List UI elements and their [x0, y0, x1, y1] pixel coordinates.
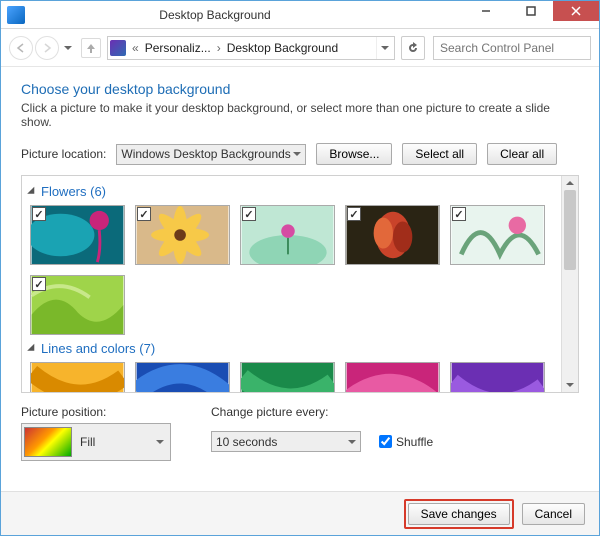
nav-forward-button[interactable] — [35, 36, 59, 60]
thumb-flower-5[interactable]: ✓ — [450, 205, 545, 265]
picture-location-row: Picture location: Windows Desktop Backgr… — [21, 143, 579, 165]
picture-location-label: Picture location: — [21, 147, 106, 161]
change-every-block: Change picture every: 10 seconds Shuffle — [211, 405, 433, 461]
thumb-lines-5[interactable] — [450, 362, 545, 392]
picture-position-label: Picture position: — [21, 405, 171, 419]
thumb-flower-3[interactable]: ✓ — [240, 205, 335, 265]
flowers-thumbs: ✓ ✓ ✓ ✓ ✓ — [30, 205, 553, 335]
chevron-down-icon — [156, 440, 164, 444]
close-button[interactable] — [553, 1, 599, 21]
picture-location-value: Windows Desktop Backgrounds — [121, 147, 290, 161]
chevron-down-icon — [293, 152, 301, 156]
address-bar[interactable]: « Personaliz... › Desktop Background — [107, 36, 395, 60]
page-subheading: Click a picture to make it your desktop … — [21, 101, 579, 129]
breadcrumb-sep-icon: « — [130, 41, 141, 55]
picture-position-value: Fill — [80, 435, 95, 449]
chevron-right-icon: › — [215, 41, 223, 55]
thumb-lines-3[interactable] — [240, 362, 335, 392]
gallery-scrollbar[interactable] — [561, 176, 578, 392]
change-every-value: 10 seconds — [216, 435, 277, 449]
save-highlight: Save changes — [404, 499, 514, 529]
position-preview-icon — [24, 427, 72, 457]
content-area: Choose your desktop background Click a p… — [1, 67, 599, 491]
thumb-flower-2[interactable]: ✓ — [135, 205, 230, 265]
minimize-button[interactable] — [463, 1, 508, 21]
search-input[interactable] — [433, 36, 591, 60]
picture-location-select[interactable]: Windows Desktop Backgrounds — [116, 144, 306, 165]
collapse-icon — [27, 186, 38, 197]
cancel-button[interactable]: Cancel — [522, 503, 585, 525]
options-row: Picture position: Fill Change picture ev… — [21, 405, 579, 461]
footer: Save changes Cancel — [1, 491, 599, 535]
thumb-lines-2[interactable] — [135, 362, 230, 392]
window-title: Desktop Background — [0, 8, 463, 22]
breadcrumb-item-1[interactable]: Personaliz... — [145, 41, 211, 55]
scroll-down-icon[interactable] — [562, 378, 578, 392]
scroll-up-icon[interactable] — [562, 176, 578, 190]
thumb-check-icon: ✓ — [452, 207, 466, 221]
group-flowers-title: Flowers (6) — [41, 184, 106, 199]
select-all-button[interactable]: Select all — [402, 143, 477, 165]
thumb-check-icon: ✓ — [137, 207, 151, 221]
clear-all-button[interactable]: Clear all — [487, 143, 557, 165]
chevron-down-icon — [348, 440, 356, 444]
thumb-check-icon: ✓ — [32, 277, 46, 291]
system-buttons — [463, 1, 599, 28]
lines-thumbs — [30, 362, 553, 392]
refresh-button[interactable] — [401, 36, 425, 60]
save-changes-button[interactable]: Save changes — [408, 503, 510, 525]
shuffle-label: Shuffle — [396, 435, 433, 449]
maximize-button[interactable] — [508, 1, 553, 21]
thumb-check-icon: ✓ — [242, 207, 256, 221]
shuffle-checkbox-wrap[interactable]: Shuffle — [379, 435, 433, 449]
gallery: Flowers (6) ✓ ✓ ✓ — [22, 176, 561, 392]
nav-history-dropdown[interactable] — [61, 36, 75, 60]
nav-back-button[interactable] — [9, 36, 33, 60]
browse-button[interactable]: Browse... — [316, 143, 392, 165]
gallery-frame: Flowers (6) ✓ ✓ ✓ — [21, 175, 579, 393]
nav-up-button[interactable] — [81, 38, 101, 58]
desktop-background-window: Desktop Background « Personaliz... — [0, 0, 600, 536]
thumb-flower-1[interactable]: ✓ — [30, 205, 125, 265]
thumb-flower-6[interactable]: ✓ — [30, 275, 125, 335]
thumb-check-icon: ✓ — [347, 207, 361, 221]
change-every-select[interactable]: 10 seconds — [211, 431, 361, 452]
picture-position-block: Picture position: Fill — [21, 405, 171, 461]
shuffle-checkbox[interactable] — [379, 435, 392, 448]
thumb-flower-4[interactable]: ✓ — [345, 205, 440, 265]
page-heading: Choose your desktop background — [21, 81, 579, 97]
thumb-lines-4[interactable] — [345, 362, 440, 392]
collapse-icon — [27, 343, 38, 354]
nav-toolbar: « Personaliz... › Desktop Background — [1, 29, 599, 67]
breadcrumb-item-2[interactable]: Desktop Background — [227, 41, 338, 55]
group-flowers-header[interactable]: Flowers (6) — [30, 184, 553, 199]
picture-position-select[interactable]: Fill — [21, 423, 171, 461]
scroll-thumb[interactable] — [564, 190, 576, 270]
address-dropdown[interactable] — [376, 37, 392, 59]
change-every-label: Change picture every: — [211, 405, 433, 419]
personalization-icon — [110, 40, 126, 56]
group-lines-title: Lines and colors (7) — [41, 341, 155, 356]
thumb-lines-1[interactable] — [30, 362, 125, 392]
group-lines-header[interactable]: Lines and colors (7) — [30, 341, 553, 356]
titlebar: Desktop Background — [1, 1, 599, 29]
thumb-check-icon: ✓ — [32, 207, 46, 221]
